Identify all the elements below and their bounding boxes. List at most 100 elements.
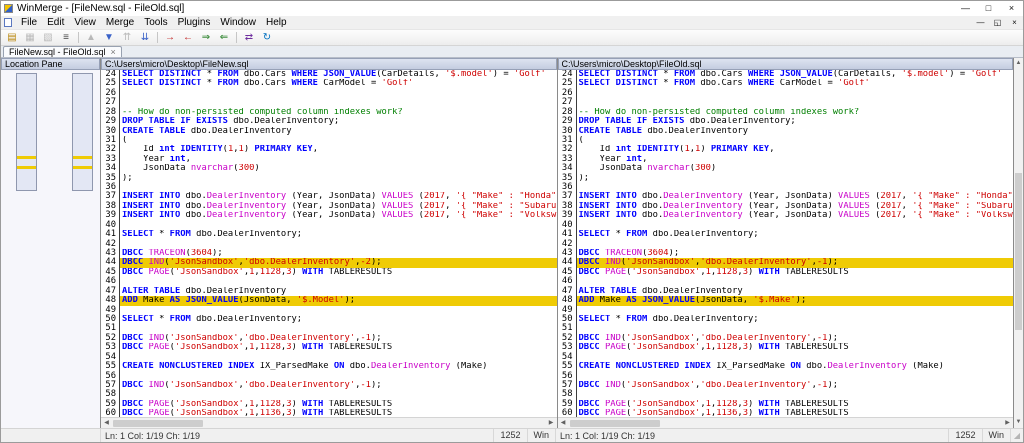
code-line-33[interactable]: 33 Year int,	[101, 155, 557, 164]
code-line-39[interactable]: 39INSERT INTO dbo.DealerInventory (Year,…	[101, 211, 557, 220]
close-button[interactable]: ×	[1000, 1, 1023, 16]
code-line-59[interactable]: 59DBCC PAGE('JsonSandbox',1,1128,3) WITH…	[101, 400, 557, 409]
code-line-27[interactable]: 27	[558, 98, 1014, 107]
code-line-45[interactable]: 45DBCC PAGE('JsonSandbox',1,1128,3) WITH…	[101, 268, 557, 277]
tab-filenew-fileold[interactable]: FileNew.sql - FileOld.sql ×	[3, 46, 122, 57]
code-line-42[interactable]: 42	[558, 240, 1014, 249]
code-line-57[interactable]: 57DBCC IND('JsonSandbox','dbo.DealerInve…	[101, 381, 557, 390]
code-line-29[interactable]: 29DROP TABLE IF EXISTS dbo.DealerInvento…	[101, 117, 557, 126]
code-line-48[interactable]: 48ADD Make AS JSON_VALUE(JsonData, '$.Mo…	[101, 296, 557, 305]
scroll-up-arrow-icon[interactable]: ▲	[1014, 58, 1023, 69]
code-line-58[interactable]: 58	[558, 390, 1014, 399]
code-line-53[interactable]: 53DBCC PAGE('JsonSandbox',1,1128,3) WITH…	[558, 343, 1014, 352]
code-line-51[interactable]: 51	[101, 324, 557, 333]
horizontal-scrollbar-left[interactable]: ◀ ▶	[101, 417, 557, 428]
toolbar-copy-left-button[interactable]: ←	[179, 30, 197, 45]
code-line-55[interactable]: 55CREATE NONCLUSTERED INDEX IX_ParsedMak…	[101, 362, 557, 371]
code-line-40[interactable]: 40	[101, 221, 557, 230]
scroll-right-arrow-icon[interactable]: ▶	[546, 418, 557, 429]
code-line-52[interactable]: 52DBCC IND('JsonSandbox','dbo.DealerInve…	[101, 334, 557, 343]
menu-view[interactable]: View	[69, 16, 101, 29]
code-line-52[interactable]: 52DBCC IND('JsonSandbox','dbo.DealerInve…	[558, 334, 1014, 343]
toolbar-auto-merge-button[interactable]: ⇄	[240, 30, 258, 45]
diff-marker[interactable]	[73, 166, 92, 169]
location-bar-right-file[interactable]	[72, 73, 93, 191]
diff-marker[interactable]	[17, 156, 36, 159]
document-system-menu-icon[interactable]	[4, 18, 12, 27]
code-line-54[interactable]: 54	[101, 353, 557, 362]
code-line-47[interactable]: 47ALTER TABLE dbo.DealerInventory	[558, 287, 1014, 296]
code-line-37[interactable]: 37INSERT INTO dbo.DealerInventory (Year,…	[101, 192, 557, 201]
resize-grip[interactable]: ◢	[1011, 429, 1023, 442]
menu-plugins[interactable]: Plugins	[173, 16, 216, 29]
code-line-44[interactable]: 44DBCC IND('JsonSandbox','dbo.DealerInve…	[558, 258, 1014, 267]
code-line-60[interactable]: 60DBCC PAGE('JsonSandbox',1,1136,3) WITH…	[558, 409, 1014, 417]
code-line-30[interactable]: 30CREATE TABLE dbo.DealerInventory	[101, 127, 557, 136]
code-line-49[interactable]: 49	[558, 306, 1014, 315]
code-line-31[interactable]: 31(	[101, 136, 557, 145]
toolbar-open-button[interactable]: ▤	[3, 30, 21, 45]
vertical-scrollbar[interactable]: ▲ ▼	[1014, 58, 1023, 428]
scrollbar-thumb[interactable]	[113, 420, 203, 427]
toolbar-next-difference-button[interactable]: ▼	[100, 30, 118, 45]
toolbar-previous-difference-button[interactable]: ▲	[82, 30, 100, 45]
maximize-button[interactable]: □	[977, 1, 1000, 16]
code-line-27[interactable]: 27	[101, 98, 557, 107]
code-line-39[interactable]: 39INSERT INTO dbo.DealerInventory (Year,…	[558, 211, 1014, 220]
code-line-46[interactable]: 46	[558, 277, 1014, 286]
code-line-56[interactable]: 56	[558, 372, 1014, 381]
code-line-26[interactable]: 26	[558, 89, 1014, 98]
code-line-44[interactable]: 44DBCC IND('JsonSandbox','dbo.DealerInve…	[101, 258, 557, 267]
menu-edit[interactable]: Edit	[42, 16, 69, 29]
code-line-47[interactable]: 47ALTER TABLE dbo.DealerInventory	[101, 287, 557, 296]
scroll-right-arrow-icon[interactable]: ▶	[1002, 418, 1013, 429]
toolbar-copy-all-left-button[interactable]: ⇐	[215, 30, 233, 45]
code-line-32[interactable]: 32 Id int IDENTITY(1,1) PRIMARY KEY,	[101, 145, 557, 154]
child-restore-button[interactable]: ◱	[989, 17, 1006, 29]
code-line-56[interactable]: 56	[101, 372, 557, 381]
code-line-30[interactable]: 30CREATE TABLE dbo.DealerInventory	[558, 127, 1014, 136]
code-area-right[interactable]: 24SELECT DISTINCT * FROM dbo.Cars WHERE …	[558, 70, 1014, 417]
code-line-35[interactable]: 35);	[101, 174, 557, 183]
code-line-55[interactable]: 55CREATE NONCLUSTERED INDEX IX_ParsedMak…	[558, 362, 1014, 371]
menu-merge[interactable]: Merge	[101, 16, 139, 29]
menu-window[interactable]: Window	[215, 16, 261, 29]
location-bar-left-file[interactable]	[16, 73, 37, 191]
code-line-28[interactable]: 28-- How do non-persisted computed colum…	[101, 108, 557, 117]
code-area-left[interactable]: 24SELECT DISTINCT * FROM dbo.Cars WHERE …	[101, 70, 557, 417]
code-line-53[interactable]: 53DBCC PAGE('JsonSandbox',1,1128,3) WITH…	[101, 343, 557, 352]
code-line-24[interactable]: 24SELECT DISTINCT * FROM dbo.Cars WHERE …	[101, 70, 557, 79]
toolbar-save-button[interactable]: ▦	[21, 30, 39, 45]
code-line-49[interactable]: 49	[101, 306, 557, 315]
code-line-24[interactable]: 24SELECT DISTINCT * FROM dbo.Cars WHERE …	[558, 70, 1014, 79]
code-line-33[interactable]: 33 Year int,	[558, 155, 1014, 164]
code-line-59[interactable]: 59DBCC PAGE('JsonSandbox',1,1128,3) WITH…	[558, 400, 1014, 409]
code-line-28[interactable]: 28-- How do non-persisted computed colum…	[558, 108, 1014, 117]
scrollbar-track[interactable]	[1014, 69, 1023, 417]
menu-tools[interactable]: Tools	[139, 16, 172, 29]
scroll-down-arrow-icon[interactable]: ▼	[1014, 417, 1023, 428]
code-line-35[interactable]: 35);	[558, 174, 1014, 183]
toolbar-refresh-button[interactable]: ↻	[258, 30, 276, 45]
code-line-36[interactable]: 36	[558, 183, 1014, 192]
code-line-58[interactable]: 58	[101, 390, 557, 399]
code-line-26[interactable]: 26	[101, 89, 557, 98]
toolbar-swap-panes-button[interactable]: ▧	[39, 30, 57, 45]
menu-file[interactable]: File	[16, 16, 42, 29]
code-line-43[interactable]: 43DBCC TRACEON(3604);	[101, 249, 557, 258]
code-line-50[interactable]: 50SELECT * FROM dbo.DealerInventory;	[101, 315, 557, 324]
scroll-left-arrow-icon[interactable]: ◀	[558, 418, 569, 429]
code-line-38[interactable]: 38INSERT INTO dbo.DealerInventory (Year,…	[101, 202, 557, 211]
code-line-51[interactable]: 51	[558, 324, 1014, 333]
code-line-57[interactable]: 57DBCC IND('JsonSandbox','dbo.DealerInve…	[558, 381, 1014, 390]
toolbar-options-button[interactable]: ≡	[57, 30, 75, 45]
code-line-37[interactable]: 37INSERT INTO dbo.DealerInventory (Year,…	[558, 192, 1014, 201]
code-line-25[interactable]: 25SELECT DISTINCT * FROM dbo.Cars WHERE …	[558, 79, 1014, 88]
diff-marker[interactable]	[17, 166, 36, 169]
code-line-42[interactable]: 42	[101, 240, 557, 249]
minimize-button[interactable]: —	[954, 1, 977, 16]
code-line-45[interactable]: 45DBCC PAGE('JsonSandbox',1,1128,3) WITH…	[558, 268, 1014, 277]
toolbar-copy-all-right-button[interactable]: ⇒	[197, 30, 215, 45]
code-line-31[interactable]: 31(	[558, 136, 1014, 145]
menu-help[interactable]: Help	[261, 16, 292, 29]
